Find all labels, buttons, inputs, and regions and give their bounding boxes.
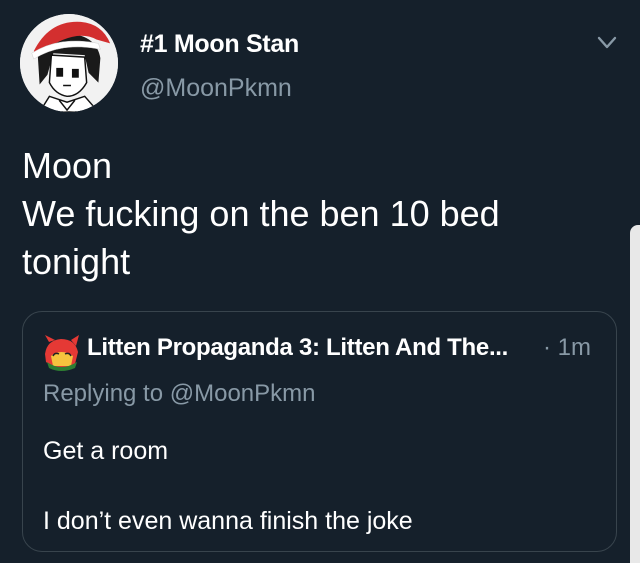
scrollbar[interactable] (630, 225, 640, 563)
display-name[interactable]: #1 Moon Stan (140, 30, 299, 59)
tweet-text-line: We fucking on the ben 10 bed (22, 193, 500, 234)
avatar[interactable] (20, 14, 118, 112)
tweet-text-line: tonight (22, 241, 131, 282)
tweet-text-line: Moon (22, 145, 113, 186)
tweet: #1 Moon Stan @MoonPkmn Moon We fucking o… (0, 0, 640, 563)
user-handle[interactable]: @MoonPkmn (140, 74, 292, 103)
tweet-text: Moon We fucking on the ben 10 bed tonigh… (22, 142, 612, 286)
quoted-text-line: I don’t even wanna finish the joke (43, 507, 413, 535)
quoted-tweet[interactable]: Litten Propaganda 3: Litten And The... ·… (22, 311, 617, 552)
christmas-hat-avatar-icon (20, 14, 118, 112)
reply-mention-link[interactable]: @MoonPkmn (170, 380, 316, 407)
quoted-display-name[interactable]: Litten Propaganda 3: Litten And The... (87, 334, 508, 362)
replying-to: Replying to @MoonPkmn (43, 380, 316, 408)
chevron-down-icon[interactable] (597, 36, 617, 50)
litten-avatar-icon[interactable] (41, 334, 81, 372)
quoted-text-line: Get a room (43, 437, 169, 465)
replying-to-label: Replying to (43, 380, 170, 407)
quoted-timestamp[interactable]: · 1m (543, 334, 591, 362)
